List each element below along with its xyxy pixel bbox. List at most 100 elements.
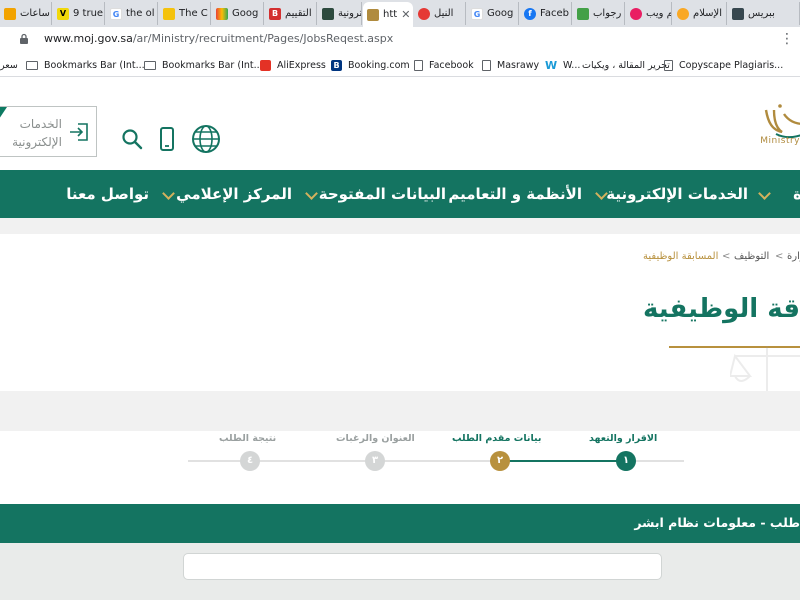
bookmark-folder[interactable]: Bookmarks Bar (Int... (26, 57, 145, 73)
page-title-area: زارة < التوظيف < المسابقة الوظيفية قة ال… (0, 234, 800, 396)
form-body (0, 543, 800, 600)
url-field[interactable]: www.moj.gov.sa/ar/Ministry/recruitment/P… (44, 32, 393, 45)
step-label: العنوان والرغبات (336, 433, 415, 444)
nav-item-eservices[interactable]: الخدمات الإلكترونية (606, 170, 748, 218)
site-favicon-icon (630, 7, 642, 20)
booking-icon: B (331, 59, 342, 71)
browser-tab-active[interactable]: htt ✕ (363, 2, 413, 27)
url-path: /ar/Ministry/recruitment/Pages/JobsReqes… (132, 32, 394, 45)
spacer (0, 218, 800, 234)
aliexpress-icon (260, 59, 271, 71)
nav-item-regulations[interactable]: الأنظمة و التعاميم (448, 170, 582, 218)
bookmark-item[interactable]: W W... (545, 57, 580, 73)
page-favicon-icon (732, 7, 744, 20)
chevron-down-icon (758, 187, 771, 200)
bookmark-item[interactable]: Facebook (414, 57, 474, 73)
google-favicon-icon: G (110, 7, 122, 20)
folder-icon (26, 60, 38, 70)
lock-icon[interactable] (18, 33, 30, 45)
page-title: قة الوظيفية (642, 294, 800, 324)
bookmark-folder[interactable]: Bookmarks Bar (Int... (144, 57, 263, 73)
stepper-progress (500, 460, 626, 462)
nav-item-contact[interactable]: تواصل معنا (66, 170, 149, 218)
browser-tab[interactable]: ساعات " (0, 2, 52, 25)
chevron-down-icon (305, 187, 318, 200)
close-tab-icon[interactable]: ✕ (401, 8, 410, 21)
step-number[interactable]: ٣ (365, 451, 385, 471)
b-favicon-icon: B (269, 7, 281, 20)
bookmark-item[interactable]: Masrawy (482, 57, 539, 73)
site-favicon-icon (677, 7, 689, 20)
nav-item-partial[interactable]: ة (793, 170, 800, 218)
bookmark-item[interactable]: B Booking.com (331, 57, 410, 73)
browser-tab[interactable]: رجواب (573, 2, 625, 25)
form-stepper: الاقرار والتعهد ١ بيانات مقدم الطلب ٢ ال… (0, 431, 800, 504)
google-favicon-icon: G (471, 7, 483, 20)
folder-icon (144, 60, 156, 70)
browser-tab[interactable]: الإسلام (673, 2, 727, 25)
scales-of-justice-icon (730, 346, 800, 396)
nav-item-media-center[interactable]: المركز الإعلامي (176, 170, 292, 218)
browser-tab[interactable]: The C (159, 2, 211, 25)
w-icon: W (545, 58, 558, 72)
site-header: الخدمات الإلكترونية Ministry (0, 78, 800, 170)
bookmark-item[interactable]: سعر (0, 57, 18, 73)
step-number-active[interactable]: ١ (616, 451, 636, 471)
browser-tab[interactable]: ببريس (728, 2, 800, 25)
bookmark-item[interactable]: تحرير المقالة ، ويكيات (582, 57, 670, 73)
browser-tab[interactable]: النيل (414, 2, 466, 25)
breadcrumb-current: المسابقة الوظيفية (643, 251, 719, 262)
breadcrumb-item[interactable]: التوظيف (734, 251, 769, 262)
chart-favicon-icon (4, 7, 16, 20)
globe-language-icon[interactable] (191, 124, 221, 154)
site-favicon-icon (418, 7, 430, 20)
eservices-label: الخدمات (19, 117, 62, 131)
step-label: نتيجة الطلب (219, 433, 277, 444)
address-bar: www.moj.gov.sa/ar/Ministry/recruitment/P… (0, 27, 800, 53)
bookmark-item[interactable]: AliExpress (260, 57, 326, 73)
corner-accent (0, 107, 7, 119)
form-input-field[interactable] (183, 553, 662, 580)
browser-tab[interactable]: الم ويب (626, 2, 672, 25)
kebab-menu-icon[interactable]: ⋮ (780, 31, 794, 47)
eservices-button[interactable]: الخدمات الإلكترونية (0, 106, 97, 157)
facebook-favicon-icon: f (524, 7, 536, 20)
browser-tab[interactable]: B التقييم (265, 2, 317, 25)
page-favicon-icon (163, 7, 175, 20)
browser-tab[interactable]: G Goog (467, 2, 519, 25)
moj-favicon-icon (367, 8, 379, 21)
breadcrumb-separator: < (775, 251, 784, 262)
browser-tab[interactable]: الكترونية (318, 2, 362, 25)
analytics-favicon-icon (216, 7, 228, 20)
step-label-active: الاقرار والتعهد (589, 433, 658, 444)
step-number[interactable]: ٤ (240, 451, 260, 471)
spacer (0, 391, 800, 431)
site-favicon-icon (322, 7, 334, 20)
breadcrumb-separator: < (722, 251, 731, 262)
step-label: بيانات مقدم الطلب (452, 433, 542, 444)
browser-tab[interactable]: f Faceb (520, 2, 572, 25)
bookmarks-bar: سعر Bookmarks Bar (Int... Bookmarks Bar … (0, 53, 800, 77)
browser-tab[interactable]: V 9 true (53, 2, 105, 25)
eservices-label: الإلكترونية (12, 135, 62, 149)
breadcrumb-item[interactable]: زارة (787, 251, 800, 262)
mobile-app-icon[interactable] (159, 126, 175, 152)
bookmark-item[interactable]: Copyscape Plagiaris... (664, 57, 783, 73)
chevron-down-icon (162, 187, 175, 200)
browser-tab-strip: ساعات " V 9 true G the ol The C Goog B ا… (0, 0, 800, 27)
section-header: طلب - معلومات نظام ابشر (0, 504, 800, 543)
page-icon (414, 59, 423, 71)
main-nav: ة الخدمات الإلكترونية الأنظمة و التعاميم… (0, 170, 800, 218)
step-number[interactable]: ٢ (490, 451, 510, 471)
page-icon (482, 59, 491, 71)
logo-caption: Ministry (760, 136, 800, 146)
page-icon (664, 59, 673, 71)
url-host: www.moj.gov.sa (44, 32, 133, 45)
section-title: طلب - معلومات نظام ابشر (634, 515, 800, 530)
browser-tab[interactable]: Goog (212, 2, 264, 25)
login-arrow-icon (70, 123, 88, 141)
v-favicon-icon: V (57, 7, 69, 20)
nav-item-open-data[interactable]: البيانات المفتوحة (319, 170, 446, 218)
browser-tab[interactable]: G the ol (106, 2, 158, 25)
search-icon[interactable] (121, 128, 143, 150)
